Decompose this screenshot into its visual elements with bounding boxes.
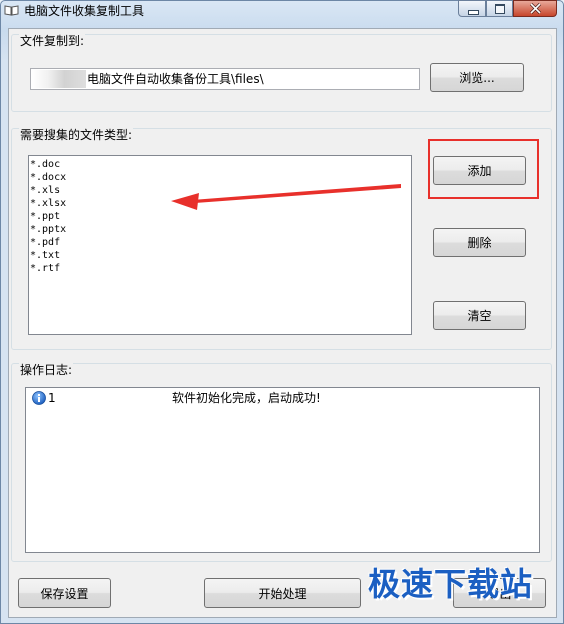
copy-path-input[interactable]: 电脑文件自动收集备份工具\files\ <box>30 68 420 90</box>
copy-to-label: 文件复制到: <box>19 34 86 48</box>
caption-buttons <box>458 0 558 18</box>
book-icon <box>4 5 19 16</box>
list-item[interactable]: *.pptx <box>30 223 411 236</box>
log-id: 1 <box>48 391 56 405</box>
client-area: 文件复制到: 电脑文件自动收集备份工具\files\ 浏览... 需要搜集的文件… <box>8 28 557 618</box>
list-item[interactable]: *.rtf <box>30 262 411 275</box>
minimize-icon <box>468 10 479 15</box>
start-processing-button[interactable]: 开始处理 <box>204 578 361 608</box>
save-settings-button[interactable]: 保存设置 <box>18 578 111 608</box>
delete-button[interactable]: 删除 <box>433 228 526 257</box>
log-message: 软件初始化完成，启动成功! <box>172 391 321 405</box>
log-label: 操作日志: <box>19 363 74 377</box>
maximize-icon <box>495 4 505 14</box>
window-title: 电脑文件收集复制工具 <box>24 4 145 18</box>
close-icon <box>529 3 542 14</box>
clear-button[interactable]: 清空 <box>433 301 526 330</box>
list-item[interactable]: *.pdf <box>30 236 411 249</box>
add-button-highlight <box>428 139 539 199</box>
info-icon <box>32 391 46 405</box>
list-item[interactable]: *.doc <box>30 158 411 171</box>
title-bar[interactable]: 电脑文件收集复制工具 <box>0 0 564 22</box>
browse-button[interactable]: 浏览... <box>430 63 524 92</box>
watermark-text: 极速下载站 <box>368 565 534 603</box>
minimize-button[interactable] <box>458 0 486 17</box>
copy-path-value: 电脑文件自动收集备份工具\files\ <box>87 72 264 86</box>
file-types-label: 需要搜集的文件类型: <box>19 128 134 142</box>
log-list[interactable]: 1 软件初始化完成，启动成功! <box>25 387 540 553</box>
blurred-path-prefix <box>32 70 86 88</box>
annotation-arrow-icon <box>171 184 401 210</box>
table-row[interactable]: 1 软件初始化完成，启动成功! <box>26 390 536 406</box>
close-button[interactable] <box>513 0 557 17</box>
list-item[interactable]: *.txt <box>30 249 411 262</box>
maximize-button[interactable] <box>486 0 513 17</box>
